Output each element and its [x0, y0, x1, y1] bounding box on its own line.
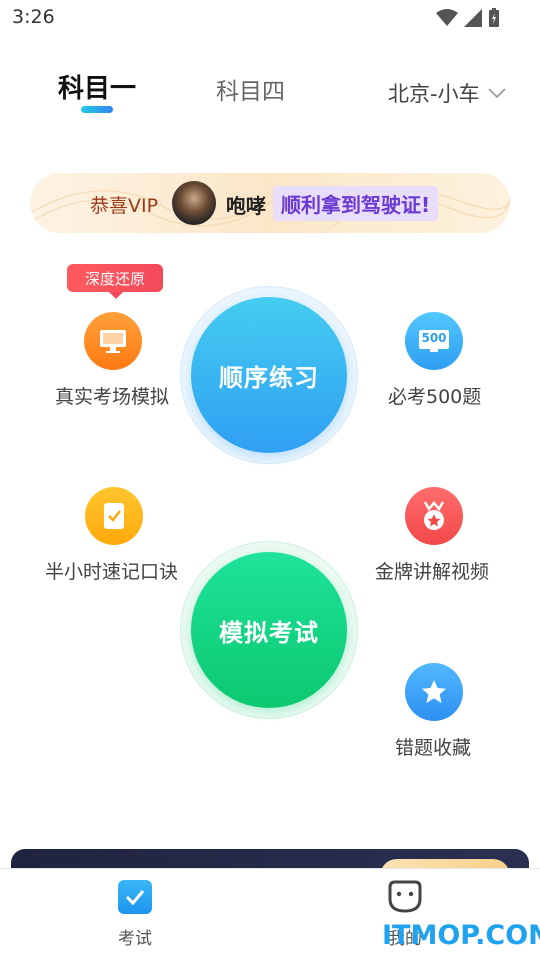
medal-icon — [405, 487, 463, 545]
vip-user-name: 咆哮 — [226, 194, 266, 218]
sequential-practice-button[interactable]: 顺序练习 — [191, 297, 347, 453]
nav-label-exam: 考试 — [118, 929, 152, 949]
mnemonic-item[interactable]: 半小时速记口诀 — [45, 487, 187, 587]
city-selector[interactable]: 北京-小车 — [388, 78, 506, 108]
smiley-face-icon — [388, 880, 422, 913]
notebook-check-icon — [85, 487, 143, 545]
monitor-icon — [84, 312, 142, 370]
screen-500-text: 500 — [421, 331, 447, 345]
gold-video-label: 金牌讲解视频 — [375, 561, 490, 583]
battery-icon — [489, 8, 499, 27]
deep-restore-badge: 深度还原 — [67, 264, 163, 299]
status-time: 3:26 — [12, 6, 55, 28]
watermark-text: ITMOP.COM — [382, 920, 540, 951]
vip-congrats-banner[interactable]: 恭喜VIP 咆哮 顺利拿到驾驶证! — [30, 173, 510, 233]
mistakes-item[interactable]: 错题收藏 — [395, 663, 477, 763]
wifi-icon — [436, 9, 458, 26]
mistakes-label: 错题收藏 — [395, 737, 472, 759]
nav-item-exam[interactable]: 考试 — [110, 877, 160, 957]
signal-icon — [464, 9, 482, 27]
status-icons — [436, 8, 500, 28]
sequential-practice-label: 顺序练习 — [219, 363, 319, 392]
active-tab-indicator — [81, 106, 113, 113]
mock-exam-button[interactable]: 模拟考试 — [191, 552, 347, 708]
tab-subject-one[interactable]: 科目一 — [58, 68, 136, 105]
city-label: 北京-小车 — [388, 82, 480, 106]
gold-video-item[interactable]: 金牌讲解视频 — [375, 487, 497, 587]
exam-simulation-label: 真实考场模拟 — [55, 386, 170, 408]
exam-simulation-item[interactable]: 真实考场模拟 — [55, 312, 175, 412]
vip-prefix: 恭喜VIP — [90, 195, 159, 217]
exam-check-icon — [118, 880, 152, 914]
screen-500-icon: 500 — [405, 312, 463, 370]
chevron-down-icon — [488, 87, 506, 98]
star-icon — [405, 663, 463, 721]
must-500-label: 必考500题 — [388, 386, 482, 408]
avatar — [172, 181, 216, 225]
mock-exam-label: 模拟考试 — [219, 618, 319, 647]
must-500-item[interactable]: 500 必考500题 — [388, 312, 483, 412]
mnemonic-label: 半小时速记口诀 — [45, 561, 179, 583]
vip-message: 顺利拿到驾驶证! — [273, 186, 439, 221]
tab-subject-four[interactable]: 科目四 — [216, 72, 285, 106]
